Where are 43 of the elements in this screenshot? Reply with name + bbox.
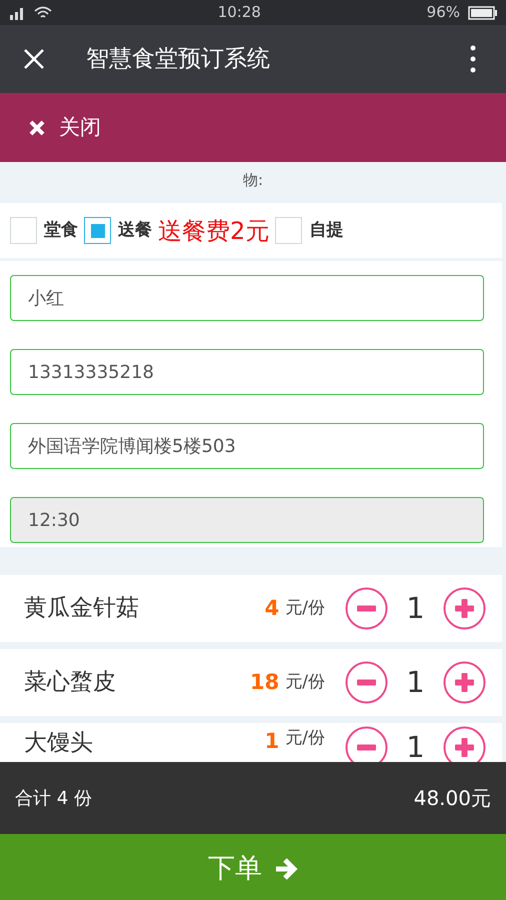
dish-name: 大馒头: [24, 729, 94, 758]
plus-icon[interactable]: [443, 587, 486, 630]
price-unit: 元/份: [285, 596, 325, 620]
input-field[interactable]: 13313335218: [10, 349, 484, 395]
price-unit: 元/份: [285, 727, 325, 750]
battery-percent: 96%: [426, 2, 460, 24]
dish-price: 4: [264, 594, 280, 622]
close-icon[interactable]: [23, 48, 45, 70]
plus-icon[interactable]: [443, 661, 486, 704]
dish-name: 菜心蝥皮: [24, 668, 117, 698]
checkbox[interactable]: [84, 217, 111, 244]
minus-icon[interactable]: [345, 661, 388, 704]
close-banner[interactable]: 关闭: [0, 93, 506, 162]
total-count: 合计 4 份: [15, 786, 92, 810]
total-price: 48.00元: [414, 785, 491, 812]
field-label: 物:: [242, 170, 264, 190]
minus-icon[interactable]: [345, 726, 388, 762]
minus-icon[interactable]: [345, 587, 388, 630]
more-icon[interactable]: [470, 45, 476, 73]
window-title: 智慧食堂预订系统: [86, 44, 271, 74]
plus-icon[interactable]: [443, 726, 486, 762]
dish-price: 1: [264, 728, 280, 755]
close-label: 关闭: [59, 114, 101, 141]
close-icon: [29, 120, 45, 136]
input-field[interactable]: 外国语学院博闻楼5楼503: [10, 423, 484, 469]
quantity: 1: [405, 664, 426, 701]
option-label: 堂食: [44, 218, 78, 242]
quantity: 1: [405, 729, 426, 762]
dish-price: 18: [250, 668, 280, 696]
arrow-right-icon: [274, 858, 298, 880]
dish-name: 黄瓜金针菇: [24, 594, 140, 624]
input-field[interactable]: 小红: [10, 275, 484, 321]
battery-icon: [468, 6, 498, 20]
checkbox[interactable]: [275, 217, 302, 244]
option-label: 自提: [309, 218, 344, 242]
order-button[interactable]: 下单: [0, 834, 506, 900]
wifi-icon: [34, 6, 52, 20]
status-time: 10:28: [216, 2, 262, 24]
quantity: 1: [405, 590, 426, 627]
price-unit: 元/份: [285, 670, 325, 694]
delivery-fee-note: 送餐费2元: [158, 216, 270, 246]
option-label: 送餐: [118, 218, 152, 242]
checkbox[interactable]: [10, 217, 37, 244]
